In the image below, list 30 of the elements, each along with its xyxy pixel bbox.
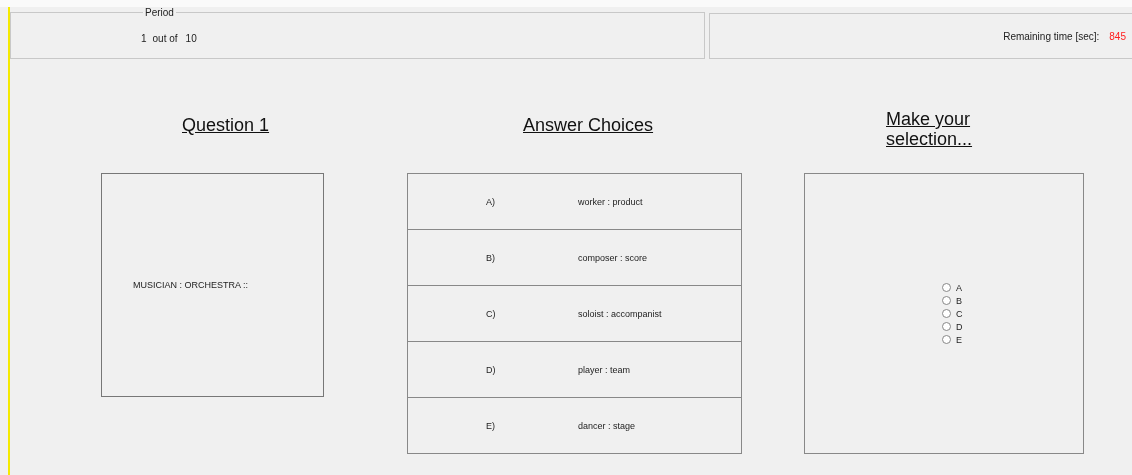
timer-value: 845 xyxy=(1109,30,1126,42)
period-legend: Period xyxy=(143,7,176,18)
answer-text: worker : product xyxy=(578,196,643,207)
answer-letter: B) xyxy=(485,252,496,263)
radio-option[interactable]: E xyxy=(942,334,963,345)
answer-letter: D) xyxy=(485,364,497,375)
question-heading: Question 1 xyxy=(182,115,271,137)
radio-button[interactable] xyxy=(942,283,951,292)
answer-text: composer : score xyxy=(578,252,648,263)
radio-option[interactable]: C xyxy=(942,308,963,319)
answer-letter: A) xyxy=(485,196,496,207)
answer-letter: E) xyxy=(485,420,496,431)
period-separator: out of xyxy=(152,32,178,44)
answer-letter: C) xyxy=(485,308,497,319)
radio-button[interactable] xyxy=(942,296,951,305)
timer-label: Remaining time [sec]: xyxy=(1003,30,1100,42)
radio-button[interactable] xyxy=(942,335,951,344)
answers-heading: Answer Choices xyxy=(523,115,655,137)
radio-button[interactable] xyxy=(942,322,951,331)
period-current: 1 xyxy=(141,32,147,44)
period-total: 10 xyxy=(185,32,197,44)
radio-option[interactable]: B xyxy=(942,295,963,306)
radio-option[interactable]: D xyxy=(942,321,963,332)
answer-text: player : team xyxy=(578,364,631,375)
answer-text: dancer : stage xyxy=(578,420,636,431)
selection-heading: Make your selection... xyxy=(886,109,974,151)
answer-text: soloist : accompanist xyxy=(578,308,662,319)
radio-option[interactable]: A xyxy=(942,282,963,293)
radio-button[interactable] xyxy=(942,309,951,318)
question-prompt: MUSICIAN : ORCHESTRA :: xyxy=(133,280,248,290)
